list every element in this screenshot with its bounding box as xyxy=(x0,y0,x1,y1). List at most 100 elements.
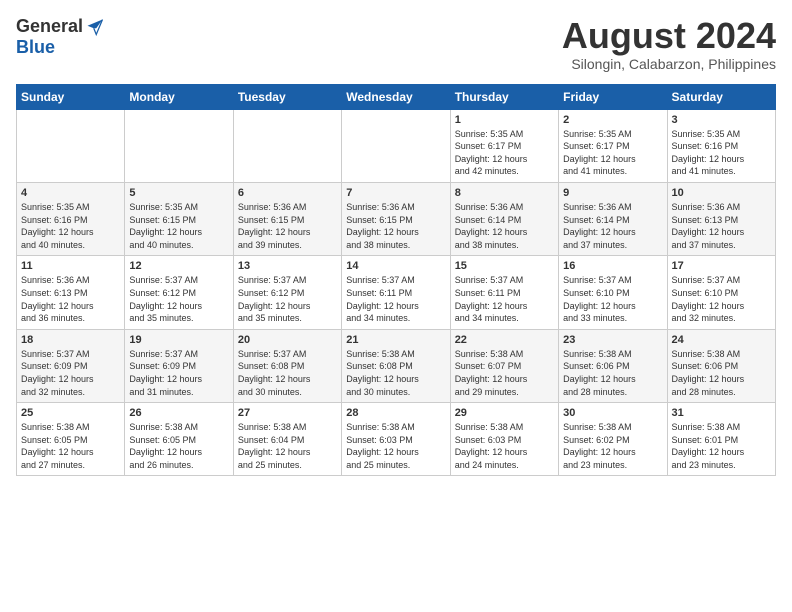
day-number: 2 xyxy=(563,114,662,126)
calendar-day-cell: 22 Sunrise: 5:38 AM Sunset: 6:07 PM Dayli… xyxy=(450,329,558,402)
day-info: Sunrise: 5:36 AM Sunset: 6:13 PM Dayligh… xyxy=(21,274,120,324)
day-info: Sunrise: 5:35 AM Sunset: 6:16 PM Dayligh… xyxy=(672,128,771,178)
calendar-day-cell: 26 Sunrise: 5:38 AM Sunset: 6:05 PM Dayli… xyxy=(125,403,233,476)
day-header-tuesday: Tuesday xyxy=(233,84,341,109)
day-number: 1 xyxy=(455,114,554,126)
calendar-day-cell: 12 Sunrise: 5:37 AM Sunset: 6:12 PM Dayli… xyxy=(125,256,233,329)
day-header-wednesday: Wednesday xyxy=(342,84,450,109)
calendar-week-row: 1 Sunrise: 5:35 AM Sunset: 6:17 PM Daylig… xyxy=(17,109,776,182)
calendar-day-cell xyxy=(125,109,233,182)
day-info: Sunrise: 5:37 AM Sunset: 6:11 PM Dayligh… xyxy=(455,274,554,324)
calendar-header-row: SundayMondayTuesdayWednesdayThursdayFrid… xyxy=(17,84,776,109)
calendar-day-cell: 6 Sunrise: 5:36 AM Sunset: 6:15 PM Daylig… xyxy=(233,182,341,255)
day-info: Sunrise: 5:38 AM Sunset: 6:03 PM Dayligh… xyxy=(346,421,445,471)
day-info: Sunrise: 5:36 AM Sunset: 6:15 PM Dayligh… xyxy=(346,201,445,251)
calendar-day-cell: 9Sunrise: 5:36 AM Sunset: 6:14 PM Daylig… xyxy=(559,182,667,255)
day-info: Sunrise: 5:36 AM Sunset: 6:14 PM Dayligh… xyxy=(455,201,554,251)
day-header-thursday: Thursday xyxy=(450,84,558,109)
day-info: Sunrise: 5:38 AM Sunset: 6:04 PM Dayligh… xyxy=(238,421,337,471)
calendar-week-row: 11 Sunrise: 5:36 AM Sunset: 6:13 PM Dayli… xyxy=(17,256,776,329)
day-header-friday: Friday xyxy=(559,84,667,109)
day-number: 28 xyxy=(346,407,445,419)
day-info: Sunrise: 5:37 AM Sunset: 6:08 PM Dayligh… xyxy=(238,348,337,398)
day-info: Sunrise: 5:37 AM Sunset: 6:12 PM Dayligh… xyxy=(238,274,337,324)
calendar-day-cell: 23 Sunrise: 5:38 AM Sunset: 6:06 PM Dayli… xyxy=(559,329,667,402)
calendar-day-cell: 21Sunrise: 5:38 AM Sunset: 6:08 PM Dayli… xyxy=(342,329,450,402)
calendar-day-cell: 1 Sunrise: 5:35 AM Sunset: 6:17 PM Daylig… xyxy=(450,109,558,182)
calendar-day-cell: 7Sunrise: 5:36 AM Sunset: 6:15 PM Daylig… xyxy=(342,182,450,255)
day-number: 13 xyxy=(238,260,337,272)
day-number: 12 xyxy=(129,260,228,272)
calendar-day-cell: 17Sunrise: 5:37 AM Sunset: 6:10 PM Dayli… xyxy=(667,256,775,329)
calendar-day-cell: 5Sunrise: 5:35 AM Sunset: 6:15 PM Daylig… xyxy=(125,182,233,255)
day-number: 23 xyxy=(563,334,662,346)
day-info: Sunrise: 5:38 AM Sunset: 6:05 PM Dayligh… xyxy=(21,421,120,471)
calendar-day-cell: 14 Sunrise: 5:37 AM Sunset: 6:11 PM Dayli… xyxy=(342,256,450,329)
logo-blue-text: Blue xyxy=(16,37,55,58)
location-subtitle: Silongin, Calabarzon, Philippines xyxy=(562,56,776,72)
day-number: 5 xyxy=(129,187,228,199)
day-number: 31 xyxy=(672,407,771,419)
day-info: Sunrise: 5:36 AM Sunset: 6:15 PM Dayligh… xyxy=(238,201,337,251)
page-header: General Blue August 2024 Silongin, Calab… xyxy=(16,16,776,72)
day-number: 29 xyxy=(455,407,554,419)
day-info: Sunrise: 5:36 AM Sunset: 6:14 PM Dayligh… xyxy=(563,201,662,251)
day-number: 14 xyxy=(346,260,445,272)
calendar-day-cell: 28 Sunrise: 5:38 AM Sunset: 6:03 PM Dayli… xyxy=(342,403,450,476)
day-info: Sunrise: 5:35 AM Sunset: 6:16 PM Dayligh… xyxy=(21,201,120,251)
day-info: Sunrise: 5:38 AM Sunset: 6:03 PM Dayligh… xyxy=(455,421,554,471)
day-number: 24 xyxy=(672,334,771,346)
day-info: Sunrise: 5:38 AM Sunset: 6:02 PM Dayligh… xyxy=(563,421,662,471)
calendar-day-cell: 8 Sunrise: 5:36 AM Sunset: 6:14 PM Daylig… xyxy=(450,182,558,255)
calendar-day-cell: 30 Sunrise: 5:38 AM Sunset: 6:02 PM Dayli… xyxy=(559,403,667,476)
calendar-day-cell: 3Sunrise: 5:35 AM Sunset: 6:16 PM Daylig… xyxy=(667,109,775,182)
day-number: 19 xyxy=(129,334,228,346)
calendar-day-cell: 19Sunrise: 5:37 AM Sunset: 6:09 PM Dayli… xyxy=(125,329,233,402)
calendar-day-cell: 10Sunrise: 5:36 AM Sunset: 6:13 PM Dayli… xyxy=(667,182,775,255)
day-number: 30 xyxy=(563,407,662,419)
day-number: 17 xyxy=(672,260,771,272)
calendar-day-cell: 4Sunrise: 5:35 AM Sunset: 6:16 PM Daylig… xyxy=(17,182,125,255)
day-number: 8 xyxy=(455,187,554,199)
day-info: Sunrise: 5:38 AM Sunset: 6:06 PM Dayligh… xyxy=(672,348,771,398)
month-title: August 2024 xyxy=(562,16,776,56)
calendar-day-cell: 24 Sunrise: 5:38 AM Sunset: 6:06 PM Dayli… xyxy=(667,329,775,402)
calendar-day-cell: 29 Sunrise: 5:38 AM Sunset: 6:03 PM Dayli… xyxy=(450,403,558,476)
day-info: Sunrise: 5:38 AM Sunset: 6:07 PM Dayligh… xyxy=(455,348,554,398)
logo-general-text: General xyxy=(16,16,83,37)
day-info: Sunrise: 5:37 AM Sunset: 6:11 PM Dayligh… xyxy=(346,274,445,324)
calendar-table: SundayMondayTuesdayWednesdayThursdayFrid… xyxy=(16,84,776,477)
calendar-day-cell: 25 Sunrise: 5:38 AM Sunset: 6:05 PM Dayli… xyxy=(17,403,125,476)
logo-bird-icon xyxy=(85,17,105,37)
day-info: Sunrise: 5:38 AM Sunset: 6:06 PM Dayligh… xyxy=(563,348,662,398)
day-info: Sunrise: 5:35 AM Sunset: 6:17 PM Dayligh… xyxy=(563,128,662,178)
day-number: 26 xyxy=(129,407,228,419)
day-info: Sunrise: 5:37 AM Sunset: 6:10 PM Dayligh… xyxy=(563,274,662,324)
day-info: Sunrise: 5:38 AM Sunset: 6:01 PM Dayligh… xyxy=(672,421,771,471)
day-number: 20 xyxy=(238,334,337,346)
calendar-day-cell: 11 Sunrise: 5:36 AM Sunset: 6:13 PM Dayli… xyxy=(17,256,125,329)
calendar-day-cell xyxy=(17,109,125,182)
calendar-week-row: 18Sunrise: 5:37 AM Sunset: 6:09 PM Dayli… xyxy=(17,329,776,402)
calendar-day-cell xyxy=(233,109,341,182)
day-info: Sunrise: 5:35 AM Sunset: 6:17 PM Dayligh… xyxy=(455,128,554,178)
day-number: 22 xyxy=(455,334,554,346)
calendar-day-cell: 2 Sunrise: 5:35 AM Sunset: 6:17 PM Daylig… xyxy=(559,109,667,182)
day-header-sunday: Sunday xyxy=(17,84,125,109)
day-number: 27 xyxy=(238,407,337,419)
day-info: Sunrise: 5:38 AM Sunset: 6:05 PM Dayligh… xyxy=(129,421,228,471)
day-number: 18 xyxy=(21,334,120,346)
day-number: 21 xyxy=(346,334,445,346)
day-number: 11 xyxy=(21,260,120,272)
logo: General Blue xyxy=(16,16,105,58)
day-info: Sunrise: 5:37 AM Sunset: 6:12 PM Dayligh… xyxy=(129,274,228,324)
day-number: 10 xyxy=(672,187,771,199)
calendar-day-cell: 31 Sunrise: 5:38 AM Sunset: 6:01 PM Dayli… xyxy=(667,403,775,476)
title-section: August 2024 Silongin, Calabarzon, Philip… xyxy=(562,16,776,72)
calendar-week-row: 25 Sunrise: 5:38 AM Sunset: 6:05 PM Dayli… xyxy=(17,403,776,476)
day-number: 25 xyxy=(21,407,120,419)
calendar-day-cell xyxy=(342,109,450,182)
calendar-day-cell: 20 Sunrise: 5:37 AM Sunset: 6:08 PM Dayli… xyxy=(233,329,341,402)
day-number: 6 xyxy=(238,187,337,199)
calendar-day-cell: 18Sunrise: 5:37 AM Sunset: 6:09 PM Dayli… xyxy=(17,329,125,402)
